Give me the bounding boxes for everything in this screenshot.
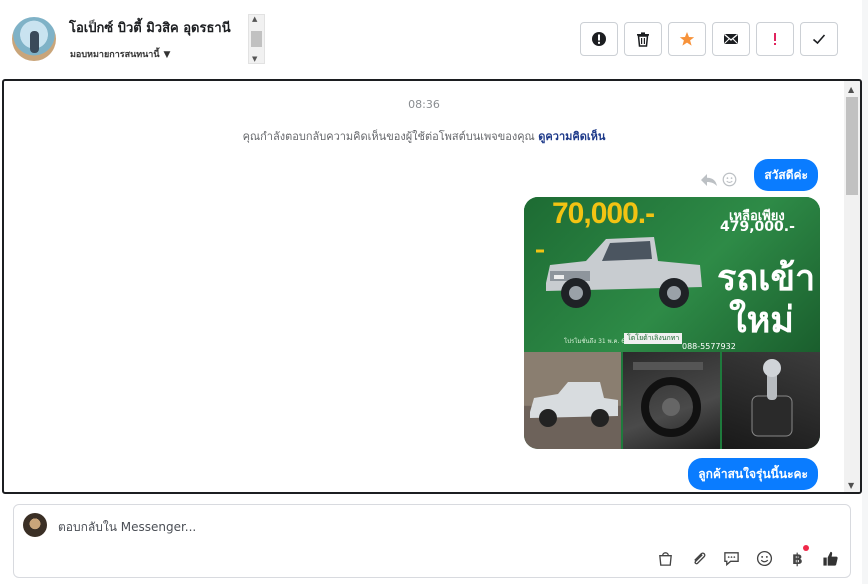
comment-reply-notice: คุณกำลังตอบกลับความคิดเห็นของผู้ใช้ต่อโพ… xyxy=(4,127,844,145)
promo-remaining-price: 479,000.- xyxy=(720,219,795,235)
chat-template-icon[interactable] xyxy=(722,549,741,568)
important-button[interactable] xyxy=(756,22,794,56)
mark-done-button[interactable] xyxy=(800,22,838,56)
star-button[interactable] xyxy=(668,22,706,56)
message-thread[interactable]: 08:36 คุณกำลังตอบกลับความคิดเห็นของผู้ใช… xyxy=(2,79,862,494)
thread-scrollbar[interactable]: ▲ ▼ xyxy=(844,81,860,492)
scroll-up-icon[interactable]: ▲ xyxy=(848,85,854,94)
alert-circle-icon xyxy=(592,32,606,46)
scroll-thumb[interactable] xyxy=(251,31,262,47)
promo-tagline-2: ใหม่ xyxy=(729,300,795,341)
delete-button[interactable] xyxy=(624,22,662,56)
react-emoji-icon[interactable] xyxy=(722,172,737,191)
scroll-down-icon[interactable]: ▼ xyxy=(252,55,257,63)
view-comment-link[interactable]: ดูความคิดเห็น xyxy=(538,130,605,143)
steering-wheel-photo xyxy=(623,352,720,449)
gear-shifter-photo xyxy=(722,352,820,449)
check-icon xyxy=(812,34,826,45)
exclamation-icon xyxy=(774,33,776,45)
page-edge xyxy=(862,0,868,584)
message-bubble[interactable]: ลูกค้าสนใจรุ่นนี้นะคะ xyxy=(688,458,818,490)
truck-side-photo xyxy=(524,352,621,449)
envelope-icon xyxy=(724,34,738,44)
header-scrollbar[interactable]: ▲ ▼ xyxy=(248,14,265,64)
promo-phone: 088-5577932 xyxy=(682,342,736,351)
trash-icon xyxy=(637,32,649,47)
message-image[interactable]: 70,000.- เหลือเพียง 479,000.- รถเข้า ใหม… xyxy=(524,197,820,449)
message-composer: ฿ xyxy=(13,504,851,578)
message-timestamp: 08:36 xyxy=(408,98,440,111)
message-bubble[interactable]: สวัสดีค่ะ xyxy=(754,159,818,191)
promo-banner: 70,000.- เหลือเพียง 479,000.- รถเข้า ใหม… xyxy=(524,197,820,352)
conversation-header: โอเป็กซ์ บิวตี้ มิวสิค อุดรธานี มอบหมายก… xyxy=(0,0,868,78)
mark-unread-button[interactable] xyxy=(712,22,750,56)
conversation-actions xyxy=(580,22,838,56)
scroll-thumb[interactable] xyxy=(846,97,858,195)
promo-fine-print: โปรโมชั่นถึง 31 พ.ค. 67 xyxy=(564,338,629,345)
contact-avatar[interactable] xyxy=(12,17,56,61)
like-icon[interactable] xyxy=(821,549,840,568)
contact-name[interactable]: โอเป็กซ์ บิวตี้ มิวสิค อุดรธานี xyxy=(69,17,231,38)
assign-label: มอบหมายการสนทนานี้ xyxy=(70,50,160,60)
baht-symbol: ฿ xyxy=(792,549,803,568)
notice-text: คุณกำลังตอบกลับความคิดเห็นของผู้ใช้ต่อโพ… xyxy=(242,130,539,143)
scroll-down-icon[interactable]: ▼ xyxy=(848,481,854,490)
caret-down-icon: ▼ xyxy=(163,50,171,60)
shopping-bag-icon[interactable] xyxy=(656,549,675,568)
page-avatar xyxy=(23,513,47,537)
paperclip-icon[interactable] xyxy=(689,549,708,568)
star-icon xyxy=(679,32,695,46)
reply-input[interactable] xyxy=(58,518,818,536)
scroll-up-icon[interactable]: ▲ xyxy=(252,15,257,23)
spam-button[interactable] xyxy=(580,22,618,56)
notification-dot xyxy=(803,545,809,551)
dealer-logo: โตโยต้าเลิงนกทา xyxy=(624,333,683,344)
assign-conversation-dropdown[interactable]: มอบหมายการสนทนานี้ ▼ xyxy=(70,47,170,61)
pickup-truck-image xyxy=(536,237,702,308)
reply-icon[interactable] xyxy=(700,172,718,191)
composer-toolbar: ฿ xyxy=(656,545,840,568)
message-hover-actions xyxy=(700,172,737,191)
emoji-icon[interactable] xyxy=(755,549,774,568)
page-inbox-conversation: โอเป็กซ์ บิวตี้ มิวสิค อุดรธานี มอบหมายก… xyxy=(0,0,868,584)
baht-payment-icon[interactable]: ฿ xyxy=(788,545,809,568)
promo-discount: 70,000.- xyxy=(552,197,655,230)
